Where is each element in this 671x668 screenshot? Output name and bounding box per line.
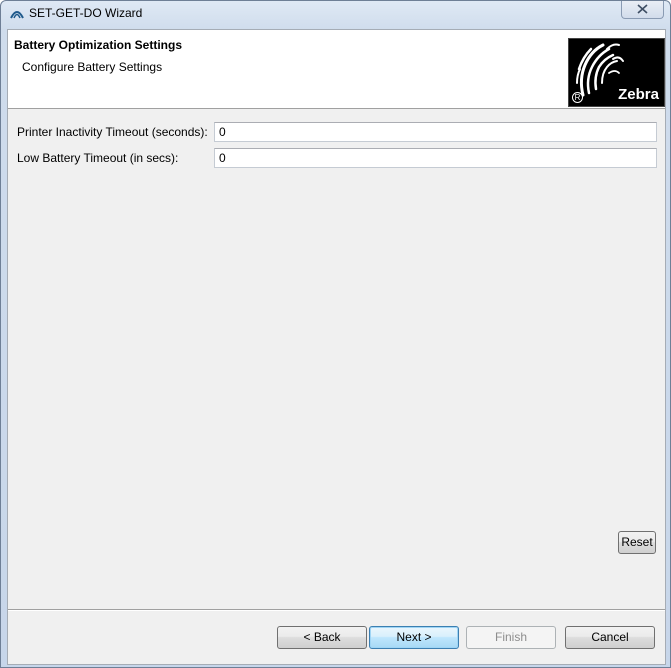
close-button[interactable] [621, 1, 664, 19]
page-subtitle: Configure Battery Settings [22, 60, 163, 74]
title-bar[interactable]: SET-GET-DO Wizard [1, 1, 670, 27]
arc-icon [9, 6, 25, 20]
footer-separator [8, 609, 665, 611]
printer-inactivity-label: Printer Inactivity Timeout (seconds): [17, 125, 208, 139]
finish-button[interactable]: Finish [466, 626, 556, 649]
logo-text: Zebra [618, 86, 659, 103]
zebra-logo: R Zebra [568, 38, 665, 107]
window-title: SET-GET-DO Wizard [29, 6, 143, 20]
next-button[interactable]: Next > [369, 626, 459, 649]
back-button[interactable]: < Back [277, 626, 367, 649]
cancel-button[interactable]: Cancel [565, 626, 655, 649]
low-battery-input[interactable] [214, 148, 657, 168]
wizard-header: Battery Optimization Settings Configure … [8, 30, 665, 109]
wizard-window: SET-GET-DO Wizard Battery Optimization S… [0, 0, 671, 668]
page-title: Battery Optimization Settings [14, 38, 183, 52]
printer-inactivity-input[interactable] [214, 122, 657, 142]
close-icon [637, 3, 648, 17]
low-battery-label: Low Battery Timeout (in secs): [17, 151, 179, 165]
reset-button[interactable]: Reset [618, 531, 656, 554]
registered-mark: R [572, 92, 583, 103]
wizard-client-area: Battery Optimization Settings Configure … [7, 29, 666, 665]
